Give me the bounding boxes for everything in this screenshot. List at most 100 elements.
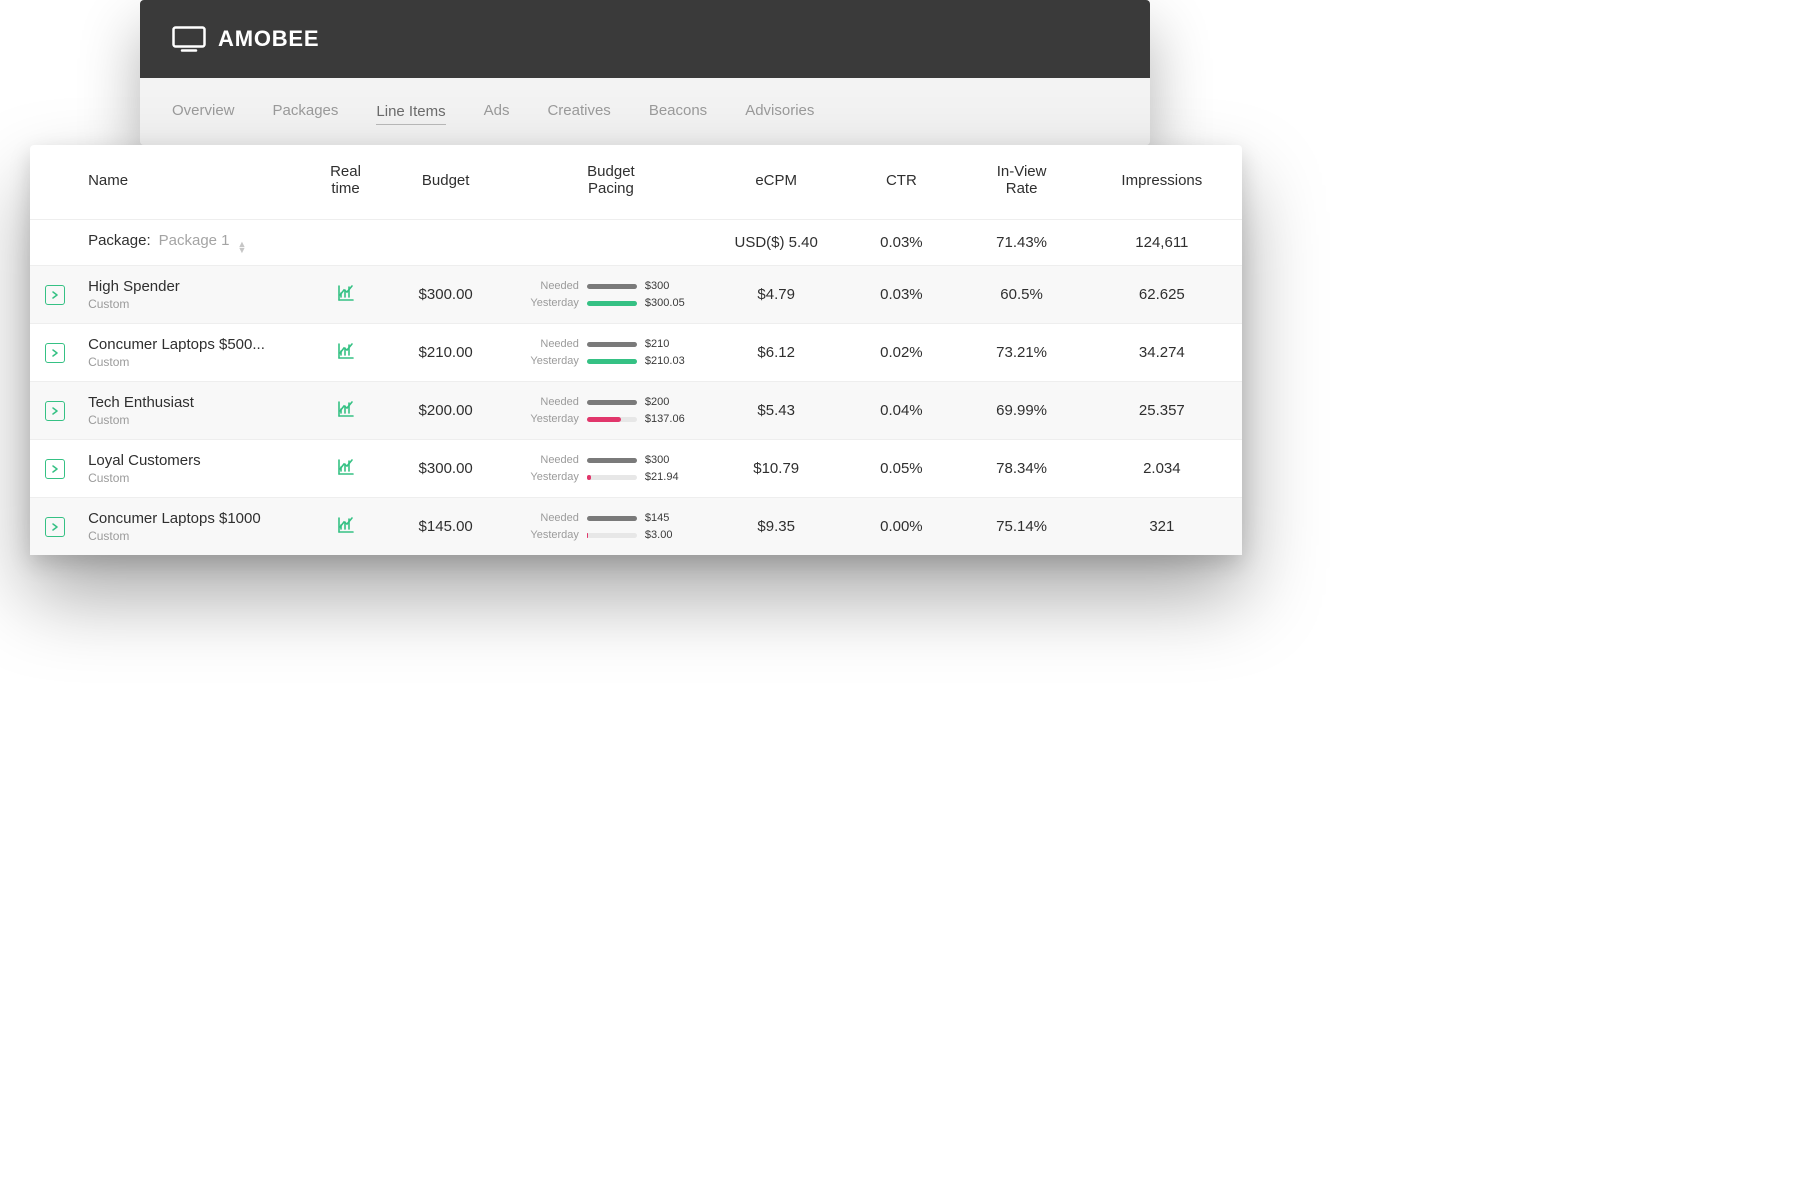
col-inview[interactable]: In-View Rate [961, 145, 1081, 220]
row-name[interactable]: Concumer Laptops $500... [88, 336, 302, 353]
row-impr: 321 [1082, 498, 1242, 556]
expand-icon[interactable] [45, 517, 65, 537]
row-ecpm: $10.79 [711, 440, 841, 498]
row-name[interactable]: Concumer Laptops $1000 [88, 510, 302, 527]
expand-icon[interactable] [45, 401, 65, 421]
pacing-needed-value: $200 [645, 396, 699, 408]
pacing-cell: Needed$300Yesterday$300.05 [519, 279, 703, 311]
sort-icon[interactable]: ▲▼ [238, 241, 247, 253]
brand-text: AMOBEE [218, 26, 319, 52]
monitor-icon [172, 26, 206, 52]
realtime-chart-icon[interactable] [337, 458, 355, 480]
pacing-needed-value: $300 [645, 280, 699, 292]
row-ctr: 0.00% [841, 498, 961, 556]
group-value[interactable]: Package 1 [159, 232, 230, 249]
table-row: Concumer Laptops $500...Custom$210.00Nee… [30, 324, 1242, 382]
row-subtype: Custom [88, 355, 302, 369]
row-impr: 62.625 [1082, 266, 1242, 324]
pacing-yesterday-label: Yesterday [523, 355, 579, 367]
col-budget[interactable]: Budget [381, 145, 511, 220]
tab-beacons[interactable]: Beacons [649, 98, 707, 125]
tab-overview[interactable]: Overview [172, 98, 235, 125]
col-name[interactable]: Name [80, 145, 310, 220]
group-inview: 71.43% [961, 220, 1081, 266]
pacing-needed-value: $145 [645, 512, 699, 524]
pacing-needed-label: Needed [523, 338, 579, 350]
col-impr[interactable]: Impressions [1082, 145, 1242, 220]
col-pacing[interactable]: Budget Pacing [511, 145, 711, 220]
pacing-yesterday-value: $300.05 [645, 297, 699, 309]
row-inview: 60.5% [961, 266, 1081, 324]
col-ecpm[interactable]: eCPM [711, 145, 841, 220]
row-ecpm: $6.12 [711, 324, 841, 382]
row-name[interactable]: Loyal Customers [88, 452, 302, 469]
pacing-needed-label: Needed [523, 280, 579, 292]
expand-icon[interactable] [45, 459, 65, 479]
table-row: Tech Enthusiast Custom $200.00 Needed $200 Ye… [30, 382, 1242, 440]
expand-icon[interactable] [45, 343, 65, 363]
pacing-needed-bar [587, 342, 637, 347]
row-name[interactable]: Tech Enthusiast [88, 394, 302, 411]
row-budget: $210.00 [381, 324, 511, 382]
pacing-needed-value: $210 [645, 338, 699, 350]
row-ctr: 0.02% [841, 324, 961, 382]
tab-packages[interactable]: Packages [273, 98, 339, 125]
row-ctr: 0.04% [841, 382, 961, 440]
realtime-chart-icon[interactable] [337, 516, 355, 538]
realtime-chart-icon[interactable] [337, 400, 355, 422]
row-budget: $200.00 [381, 382, 511, 440]
nav-tabs: Overview Packages Line Items Ads Creatives Be… [140, 78, 1150, 145]
row-budget: $145.00 [381, 498, 511, 556]
pacing-yesterday-value: $210.03 [645, 355, 699, 367]
table-row: High SpenderCustom$300.00Needed$300Yeste… [30, 266, 1242, 324]
group-row: Package:Package 1▲▼USD($) 5.400.03%71.43… [30, 220, 1242, 266]
topbar: AMOBEE [140, 0, 1150, 78]
row-inview: 69.99% [961, 382, 1081, 440]
realtime-chart-icon[interactable] [337, 342, 355, 364]
col-realtime[interactable]: Real time [310, 145, 380, 220]
tab-creatives[interactable]: Creatives [547, 98, 610, 125]
pacing-needed-bar [587, 516, 637, 521]
pacing-needed-bar [587, 400, 637, 405]
pacing-yesterday-bar [587, 533, 637, 538]
row-ecpm: $4.79 [711, 266, 841, 324]
pacing-cell: Needed$200Yesterday$137.06 [519, 395, 703, 427]
pacing-needed-value: $300 [645, 454, 699, 466]
row-subtype: Custom [88, 413, 302, 427]
expand-icon[interactable] [45, 285, 65, 305]
pacing-yesterday-value: $21.94 [645, 471, 699, 483]
row-subtype: Custom [88, 471, 302, 485]
row-inview: 75.14% [961, 498, 1081, 556]
row-name[interactable]: High Spender [88, 278, 302, 295]
tab-line-items[interactable]: Line Items [376, 99, 445, 125]
line-items-panel: Name Real time Budget Budget Pacing eCPM… [30, 145, 1242, 555]
pacing-yesterday-label: Yesterday [523, 413, 579, 425]
pacing-needed-bar [587, 284, 637, 289]
line-items-table: Name Real time Budget Budget Pacing eCPM… [30, 145, 1242, 555]
row-ecpm: $5.43 [711, 382, 841, 440]
pacing-yesterday-value: $3.00 [645, 529, 699, 541]
realtime-chart-icon[interactable] [337, 284, 355, 306]
group-impr: 124,611 [1082, 220, 1242, 266]
row-budget: $300.00 [381, 266, 511, 324]
table-row: Loyal CustomersCustom$300.00Needed$300Ye… [30, 440, 1242, 498]
header-row: Name Real time Budget Budget Pacing eCPM… [30, 145, 1242, 220]
row-impr: 2.034 [1082, 440, 1242, 498]
tab-advisories[interactable]: Advisories [745, 98, 814, 125]
row-impr: 25.357 [1082, 382, 1242, 440]
tab-ads[interactable]: Ads [484, 98, 510, 125]
row-subtype: Custom [88, 297, 302, 311]
row-ecpm: $9.35 [711, 498, 841, 556]
row-inview: 73.21% [961, 324, 1081, 382]
pacing-cell: Needed$145Yesterday$3.00 [519, 511, 703, 543]
brand-logo: AMOBEE [172, 26, 319, 52]
pacing-yesterday-bar [587, 301, 637, 306]
pacing-needed-label: Needed [523, 454, 579, 466]
pacing-needed-label: Needed [523, 396, 579, 408]
pacing-yesterday-bar [587, 359, 637, 364]
col-ctr[interactable]: CTR [841, 145, 961, 220]
table-row: Concumer Laptops $1000Custom$145.00Neede… [30, 498, 1242, 556]
row-inview: 78.34% [961, 440, 1081, 498]
group-label: Package: [88, 232, 151, 249]
pacing-cell: Needed $210 Yesterday $210.03 [519, 337, 703, 369]
